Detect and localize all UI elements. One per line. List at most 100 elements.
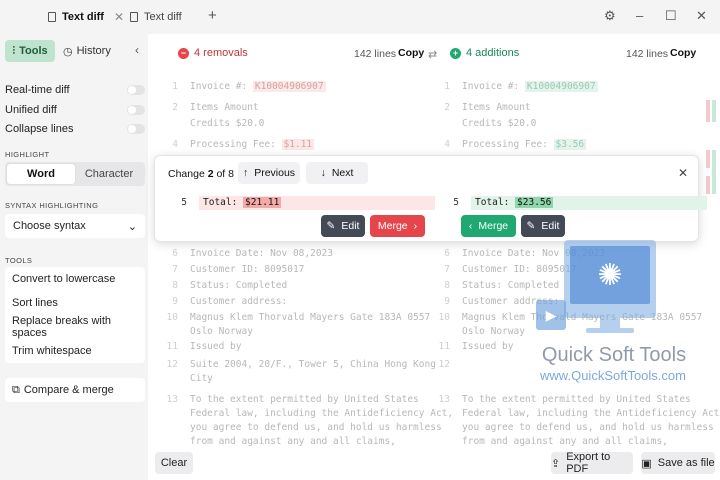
close-popup-icon[interactable]: ✕ xyxy=(678,166,688,180)
line-number: 9 xyxy=(444,296,450,307)
code-text: Oslo Norway xyxy=(190,326,253,337)
sidebar-tabs: ⫶ Tools ◷ History ‹ xyxy=(5,40,145,62)
right-copy-button[interactable]: Copy xyxy=(670,47,696,59)
change-total: of 8 xyxy=(216,168,234,180)
toggle-switch[interactable] xyxy=(127,124,145,134)
code-text: Magnus Klem Thorvald Mayers Gate 183A 05… xyxy=(190,312,431,323)
save-disk-icon: ▣ xyxy=(641,457,652,470)
line-number: 8 xyxy=(172,280,178,291)
edit-label: Edit xyxy=(541,220,560,232)
save-file-button[interactable]: ▣ Save as file xyxy=(641,452,715,474)
document-icon xyxy=(48,12,56,22)
line-number: 9 xyxy=(172,296,178,307)
toggle-unified-diff[interactable]: Unified diff xyxy=(5,102,145,118)
tools-tab-label: Tools xyxy=(19,45,48,57)
tool-replace-breaks[interactable]: Replace breaks with spaces xyxy=(5,315,145,339)
minimize-icon[interactable]: – xyxy=(636,8,643,23)
removed-highlight: $1.11 xyxy=(281,139,315,150)
code-line: 12 Suite 2004, 20/F., Tower 5, China Hong… xyxy=(164,358,436,372)
edit-right-button[interactable]: ✎ Edit xyxy=(521,215,565,237)
change-prefix: Change xyxy=(168,168,205,180)
merge-right-to-left-button[interactable]: ‹ Merge xyxy=(461,215,516,237)
monitor-stand xyxy=(600,318,620,328)
diff-minimap-mark xyxy=(706,100,710,122)
toggle-real-time-diff[interactable]: Real-time diff xyxy=(5,82,145,98)
line-number: 11 xyxy=(438,341,450,352)
tab-text-diff-active[interactable]: Text diff ✕ xyxy=(48,8,124,26)
tools-section-label: TOOLS xyxy=(5,256,33,265)
line-number: 13 xyxy=(438,394,450,405)
next-change-button[interactable]: ↓ Next xyxy=(306,162,368,184)
brain-icon: ✺ xyxy=(570,246,650,304)
left-lines-count: 142 lines xyxy=(354,48,397,60)
compare-merge-button[interactable]: ⧉ Compare & merge xyxy=(5,378,145,402)
new-tab-plus-icon[interactable]: + xyxy=(208,7,217,24)
diff-minimap-mark xyxy=(712,100,716,122)
export-pdf-button[interactable]: ⇪ Export to PDF xyxy=(551,451,633,475)
code-text: Issued by xyxy=(462,341,514,352)
line-number: 1 xyxy=(444,81,450,92)
title-bar: Text diff ✕ Text diff + ⚙ – ☐ ✕ xyxy=(0,0,720,34)
highlight-word-option[interactable]: Word xyxy=(7,164,75,184)
code-text: To the extent permitted by United States xyxy=(190,394,419,405)
swap-arrows-icon[interactable]: ⇄ xyxy=(428,48,437,61)
diff-minimap-mark xyxy=(712,150,716,194)
maximize-icon[interactable]: ☐ xyxy=(665,8,677,24)
clear-button[interactable]: Clear xyxy=(155,452,193,474)
merge-left-to-right-button[interactable]: Merge › xyxy=(370,215,425,237)
line-number: 11 xyxy=(166,341,178,352)
tool-convert-lowercase[interactable]: Convert to lowercase xyxy=(5,267,145,291)
toggle-switch[interactable] xyxy=(127,85,145,95)
previous-change-button[interactable]: ↑ Previous xyxy=(238,162,300,184)
watermark-url: www.QuickSoftTools.com xyxy=(540,368,686,383)
line-number: 4 xyxy=(444,139,450,150)
collapse-sidebar-chevron-icon[interactable]: ‹ xyxy=(135,43,139,57)
code-line: 2 Items Amount xyxy=(164,101,434,115)
code-text: Items Amount xyxy=(462,102,531,113)
tool-sort-lines[interactable]: Sort lines xyxy=(5,291,145,315)
monitor-graphic: ✺ xyxy=(564,240,656,318)
change-navigator-popup: Change 2 of 8 ↑ Previous ↓ Next ✕ 5 Tota… xyxy=(154,155,707,242)
code-line: 2 Items Amount xyxy=(436,101,706,115)
code-line: from and against any and all claims, xyxy=(164,435,436,449)
toggle-switch[interactable] xyxy=(127,105,145,115)
monitor-base xyxy=(586,328,634,333)
code-line: from and against any and all claims, xyxy=(436,435,708,449)
code-line: Oslo Norway xyxy=(164,325,436,339)
arrow-down-icon: ↓ xyxy=(320,167,326,179)
syntax-select[interactable]: Choose syntax ⌄ xyxy=(5,214,145,238)
merge-icon: ⧉ xyxy=(12,383,20,396)
close-window-icon[interactable]: ✕ xyxy=(696,8,707,24)
settings-gear-icon[interactable]: ⚙ xyxy=(604,8,616,24)
export-icon: ⇪ xyxy=(551,457,561,470)
export-pdf-label: Export to PDF xyxy=(566,451,611,475)
code-line: 10 Magnus Klem Thorvald Mayers Gate 183A … xyxy=(164,311,436,325)
plus-circle-icon: + xyxy=(450,47,461,59)
highlight-character-option[interactable]: Character xyxy=(75,164,143,184)
left-pane-summary: − 4 removals xyxy=(178,42,248,64)
edit-left-button[interactable]: ✎ Edit xyxy=(321,215,365,237)
line-number: 7 xyxy=(444,264,450,275)
code-text: Items Amount xyxy=(190,102,259,113)
chevron-right-icon: › xyxy=(413,220,418,232)
code-text: from and against any and all claims, xyxy=(190,436,396,447)
toggle-collapse-lines[interactable]: Collapse lines xyxy=(5,121,145,137)
tools-tab[interactable]: ⫶ Tools xyxy=(5,40,55,62)
merge-label: Merge xyxy=(377,220,408,232)
tab-close-icon[interactable]: ✕ xyxy=(114,10,124,24)
line-number: 4 xyxy=(172,139,178,150)
code-line: 4 Processing Fee: $3.56 xyxy=(436,138,706,152)
pencil-icon: ✎ xyxy=(326,220,336,232)
added-value: $23.56 xyxy=(515,197,554,208)
code-line: City xyxy=(164,372,436,386)
tab-text-diff[interactable]: Text diff xyxy=(130,8,182,26)
tool-trim-whitespace[interactable]: Trim whitespace xyxy=(5,339,145,363)
code-line: Credits $20.0 xyxy=(436,117,706,131)
code-line: 1 Invoice #: K10004906907 xyxy=(436,80,706,94)
removed-value: $21.11 xyxy=(243,197,282,208)
additions-count: 4 additions xyxy=(466,47,520,59)
left-copy-button[interactable]: Copy xyxy=(398,47,424,59)
chevron-left-icon: ‹ xyxy=(468,220,473,232)
line-number: 5 xyxy=(453,197,459,208)
history-tab[interactable]: ◷ History xyxy=(63,45,111,58)
